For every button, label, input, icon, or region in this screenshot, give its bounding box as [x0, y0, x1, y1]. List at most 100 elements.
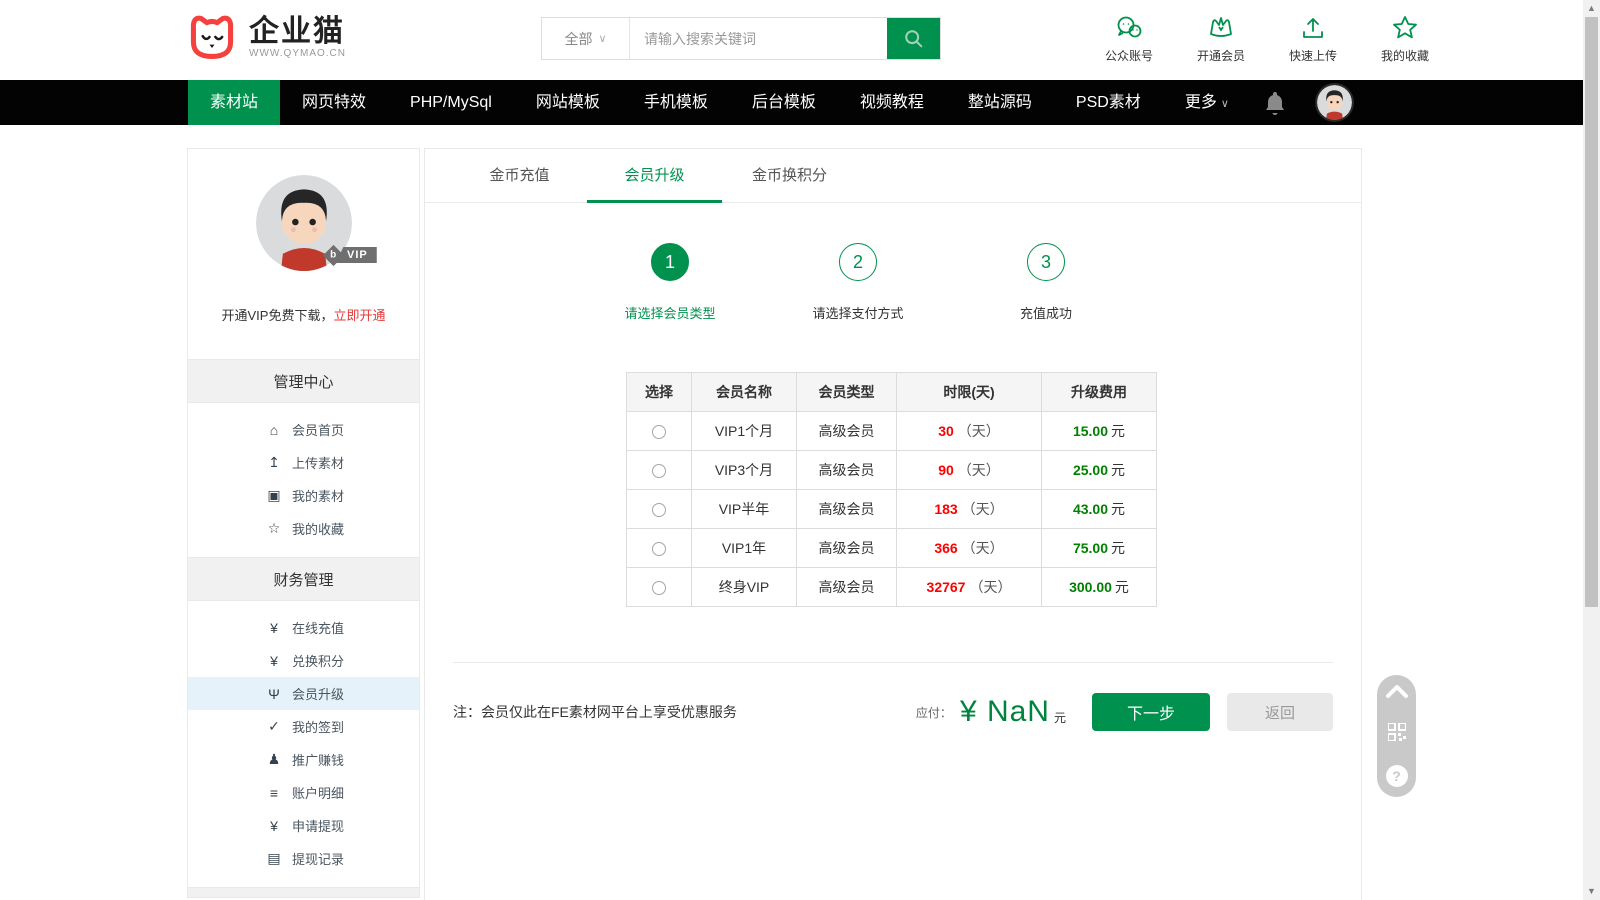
vip-note: 开通VIP免费下载，立即开通 — [188, 305, 419, 324]
payable-label: 应付： — [916, 704, 952, 721]
sidebar-item-member-upgrade[interactable]: Ψ会员升级 — [188, 677, 419, 710]
plan-days: 366 — [934, 540, 957, 556]
vip-badge-label: VIP — [336, 247, 377, 263]
plan-radio[interactable] — [652, 581, 666, 595]
sidebar-item-label: 我的素材 — [292, 486, 344, 505]
nav-item-more[interactable]: 更多∨ — [1163, 80, 1251, 125]
nav-item-video[interactable]: 视频教程 — [838, 80, 946, 125]
back-button[interactable]: 返回 — [1227, 693, 1333, 731]
header-action-wechat[interactable]: 公众账号 — [1098, 13, 1160, 64]
sidebar-item-exchange-points[interactable]: ¥兑换积分 — [188, 644, 419, 677]
search-icon — [903, 28, 925, 50]
search-category-value: 全部 — [564, 29, 592, 49]
plan-price: 25.00 — [1073, 462, 1108, 478]
table-row: VIP3个月 高级会员 90（天） 25.00元 — [627, 451, 1157, 490]
sidebar-item-check-in[interactable]: ✓我的签到 — [188, 710, 419, 743]
nav-item-effects[interactable]: 网页特效 — [280, 80, 388, 125]
scroll-up-arrow[interactable]: ▲ — [1583, 0, 1600, 17]
page: 企业猫 WWW.QYMAO.CN 全部 ∨ — [0, 0, 1600, 900]
tab-gold-to-points[interactable]: 金币换积分 — [722, 149, 857, 202]
sidebar-item-upload-material[interactable]: ↥上传素材 — [188, 446, 419, 479]
plan-type: 高级会员 — [797, 412, 897, 451]
sidebar-item-member-home[interactable]: ⌂会员首页 — [188, 413, 419, 446]
table-row: VIP1个月 高级会员 30（天） 15.00元 — [627, 412, 1157, 451]
scroll-down-arrow[interactable]: ▼ — [1583, 883, 1600, 900]
chevron-down-icon: ∨ — [598, 32, 606, 45]
next-step-button[interactable]: 下一步 — [1092, 693, 1210, 731]
step-circle: 2 — [839, 243, 877, 281]
sidebar-item-my-material[interactable]: ▣我的素材 — [188, 479, 419, 512]
nav-item-material[interactable]: 素材站 — [188, 80, 280, 125]
back-to-top-button[interactable] — [1386, 685, 1408, 698]
sidebar-item-label: 上传素材 — [292, 453, 344, 472]
divider — [453, 662, 1333, 663]
main-nav: 素材站 网页特效 PHP/MySql 网站模板 手机模板 后台模板 视频教程 整… — [0, 80, 1600, 125]
qr-code-button[interactable] — [1388, 723, 1406, 741]
plan-price: 300.00 — [1069, 579, 1112, 595]
search-button[interactable] — [887, 18, 940, 59]
nav-label: 网站模板 — [536, 94, 600, 111]
main-panel: 金币充值 会员升级 金币换积分 1 请选择会员类型 2 请选择支付方式 3 充值… — [424, 148, 1362, 900]
sidebar-item-account-details[interactable]: ≡账户明细 — [188, 776, 419, 809]
plan-price-unit: 元 — [1111, 540, 1125, 556]
step-1: 1 请选择会员类型 — [605, 243, 735, 322]
table-row: VIP1年 高级会员 366（天） 75.00元 — [627, 529, 1157, 568]
exchange-icon: ¥ — [264, 653, 284, 669]
sidebar-item-promote-earn[interactable]: ♟推广赚钱 — [188, 743, 419, 776]
search-input[interactable] — [630, 18, 887, 59]
sidebar-item-label: 在线充值 — [292, 618, 344, 637]
plan-price: 43.00 — [1073, 501, 1108, 517]
site-logo[interactable]: 企业猫 WWW.QYMAO.CN — [185, 10, 346, 64]
payment-row: 注：会员仅此在FE素材网平台上享受优惠服务 应付： ¥ NaN 元 下一步 返回 — [453, 693, 1333, 731]
nav-label: 后台模板 — [752, 94, 816, 111]
plan-days: 32767 — [927, 579, 966, 595]
plan-days-unit: （天） — [958, 423, 1000, 439]
step-circle: 3 — [1027, 243, 1065, 281]
withdraw-icon: ¥ — [264, 818, 284, 834]
sidebar-item-my-favorites[interactable]: ☆我的收藏 — [188, 512, 419, 545]
plan-radio[interactable] — [652, 503, 666, 517]
sidebar-item-label: 我的收藏 — [292, 519, 344, 538]
header-action-upload[interactable]: 快速上传 — [1282, 13, 1344, 64]
plan-type: 高级会员 — [797, 529, 897, 568]
nav-item-mobile-templates[interactable]: 手机模板 — [622, 80, 730, 125]
sidebar-item-label: 申请提现 — [292, 816, 344, 835]
step-label: 充值成功 — [1020, 303, 1072, 322]
nav-item-admin-templates[interactable]: 后台模板 — [730, 80, 838, 125]
vertical-scrollbar[interactable]: ▲ ▼ — [1583, 0, 1600, 900]
user-avatar-small[interactable] — [1317, 85, 1352, 120]
help-button[interactable]: ? — [1386, 765, 1408, 787]
sidebar-item-withdraw-records[interactable]: ▤提现记录 — [188, 842, 419, 875]
tab-label: 金币充值 — [489, 167, 549, 184]
nav-label: 手机模板 — [644, 94, 708, 111]
plan-days: 183 — [934, 501, 957, 517]
nav-item-source[interactable]: 整站源码 — [946, 80, 1054, 125]
search-bar: 全部 ∨ — [541, 17, 941, 60]
header-action-vip[interactable]: 开通会员 — [1190, 13, 1252, 64]
tab-member-upgrade[interactable]: 会员升级 — [587, 149, 722, 202]
sidebar-item-online-recharge[interactable]: ¥在线充值 — [188, 611, 419, 644]
sidebar-item-withdraw-apply[interactable]: ¥ 申请提现 — [188, 809, 419, 842]
tab-gold-recharge[interactable]: 金币充值 — [452, 149, 587, 202]
crown-icon — [1206, 13, 1236, 43]
nav-item-web-templates[interactable]: 网站模板 — [514, 80, 622, 125]
nav-item-psd[interactable]: PSD素材 — [1054, 80, 1163, 125]
nav-label: PHP/MySql — [410, 94, 492, 111]
brand-url: WWW.QYMAO.CN — [249, 48, 346, 59]
plan-radio[interactable] — [652, 425, 666, 439]
open-vip-link[interactable]: 立即开通 — [333, 308, 385, 323]
plan-price-unit: 元 — [1115, 579, 1129, 595]
search-category-select[interactable]: 全部 ∨ — [542, 18, 630, 59]
nav-item-php[interactable]: PHP/MySql — [388, 80, 514, 125]
step-label: 请选择会员类型 — [624, 303, 715, 322]
plan-radio[interactable] — [652, 542, 666, 556]
header-action-label: 快速上传 — [1289, 47, 1337, 64]
plan-radio[interactable] — [652, 464, 666, 478]
nav-label: 更多 — [1185, 94, 1217, 111]
plan-days-unit: （天） — [969, 579, 1011, 595]
nav-label: 素材站 — [210, 94, 258, 111]
notification-bell-button[interactable] — [1263, 90, 1287, 121]
header-action-favorites[interactable]: 我的收藏 — [1374, 13, 1436, 64]
scrollbar-thumb[interactable] — [1585, 17, 1598, 607]
service-note: 注：会员仅此在FE素材网平台上享受优惠服务 — [453, 702, 737, 722]
